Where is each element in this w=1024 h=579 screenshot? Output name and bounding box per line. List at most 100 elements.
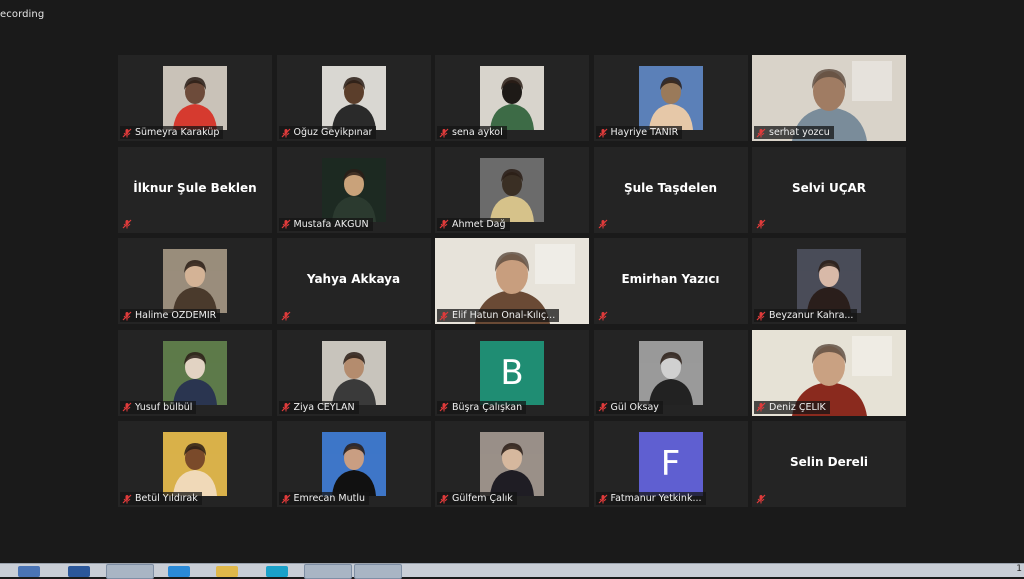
participant-tile[interactable]: Hayriye TANIR [593, 55, 748, 141]
windows-taskbar: 1 [0, 563, 1024, 579]
taskbar-meeting-icon[interactable] [354, 564, 402, 579]
participant-name-label: Hayriye TANIR [595, 126, 683, 139]
participant-display-name: Şule Taşdelen [623, 180, 718, 195]
participant-name-text: Yusuf bülbül [135, 401, 193, 413]
muted-microphone-icon [122, 311, 132, 321]
participant-name-text: serhat yozcu [769, 127, 830, 138]
participant-tile[interactable]: sena aykol [435, 55, 589, 141]
participant-profile-photo [638, 340, 703, 405]
participant-name-label: Mustafa AKGÜN [278, 217, 373, 231]
taskbar-app-icon[interactable] [266, 566, 288, 577]
participant-profile-photo [321, 340, 386, 405]
muted-microphone-icon [598, 402, 608, 412]
participant-tile[interactable]: Beyzanur Kahra... [752, 238, 906, 324]
participant-name-text: sena aykol [452, 127, 503, 138]
muted-microphone-icon [756, 494, 766, 504]
participant-profile-photo [163, 66, 227, 130]
muted-microphone-icon [439, 494, 449, 504]
taskbar-folder-icon[interactable] [216, 566, 238, 577]
participant-profile-photo [797, 249, 861, 313]
taskbar-clock: 1 [1016, 564, 1022, 574]
participant-tile[interactable]: Şule Taşdelen [593, 146, 748, 233]
participant-name-text: Gül Oksay [610, 401, 659, 413]
participant-name-label [596, 218, 612, 231]
taskbar-app-icon[interactable] [68, 566, 90, 577]
participant-tile[interactable]: Betül Yıldırak [118, 421, 272, 507]
taskbar-app-icon[interactable] [18, 566, 40, 577]
participant-name-text: Büşra Çalışkan [452, 401, 523, 413]
participant-tile[interactable]: F Fatmanur Yetkink... [593, 421, 748, 507]
participant-profile-photo [321, 66, 386, 130]
participant-display-name: Yahya Akkaya [306, 272, 401, 286]
participant-name-text: Hayriye TANIR [610, 127, 679, 138]
participant-name-text: Fatmanur Yetkink... [610, 493, 702, 504]
participant-name-text: Betül Yıldırak [135, 493, 198, 504]
participant-tile[interactable]: Halime ÖZDEMİR [118, 238, 272, 324]
participant-name-label: Beyzanur Kahra... [754, 309, 858, 322]
muted-microphone-icon [122, 402, 132, 412]
taskbar-app-icon[interactable] [168, 566, 190, 577]
participant-name-label: Ziya CEYLAN [278, 400, 359, 414]
muted-microphone-icon [598, 219, 608, 229]
participant-name-label: sena aykol [437, 126, 507, 139]
muted-microphone-icon [281, 494, 291, 504]
participant-tile[interactable]: Emrecan Mutlu [276, 421, 431, 507]
muted-microphone-icon [439, 219, 449, 229]
participant-initial-avatar: B [480, 340, 544, 405]
participant-tile[interactable]: Oğuz Geyikpınar [276, 55, 431, 141]
participant-profile-photo [321, 432, 386, 496]
participant-tile[interactable]: Selin Dereli [752, 421, 906, 507]
muted-microphone-icon [756, 219, 766, 229]
participant-name-label: serhat yozcu [754, 126, 834, 139]
participant-name-text: Ziya CEYLAN [293, 401, 355, 413]
participant-tile[interactable]: Deniz ÇELİK [752, 329, 906, 416]
participant-tile[interactable]: Gül Oksay [593, 329, 748, 416]
participant-initial-avatar: F [638, 432, 703, 496]
muted-microphone-icon [756, 402, 766, 412]
participant-tile[interactable]: Elif Hatun Onal-Kılıç... [435, 238, 589, 324]
participant-name-text: Elif Hatun Onal-Kılıç... [452, 310, 556, 321]
taskbar-browser-icon[interactable] [106, 564, 154, 579]
participant-tile[interactable]: Mustafa AKGÜN [276, 146, 431, 233]
muted-microphone-icon [281, 219, 291, 229]
participant-tile[interactable]: Gülfem Çalık [435, 421, 589, 507]
participant-display-name: İlknur Şule Beklen [133, 180, 257, 195]
participant-name-label: Gülfem Çalık [437, 492, 517, 505]
muted-microphone-icon [756, 311, 766, 321]
participant-name-label: Büşra Çalışkan [437, 400, 527, 414]
muted-microphone-icon [281, 311, 291, 321]
participant-name-label: Deniz ÇELİK [754, 400, 830, 414]
participant-tile[interactable]: Sümeyra Karaküp [118, 55, 272, 141]
participant-tile[interactable]: Selvi UÇAR [752, 146, 906, 233]
participant-tile[interactable]: Yusuf bülbül [118, 329, 272, 416]
recording-indicator: ecording [0, 9, 45, 20]
participant-name-label [754, 492, 770, 505]
participant-tile[interactable]: Yahya Akkaya [276, 238, 431, 324]
participant-name-label: Sümeyra Karaküp [120, 126, 224, 139]
muted-microphone-icon [439, 311, 449, 321]
participant-tile[interactable]: Emirhan Yazıcı [593, 238, 748, 324]
taskbar-app-icon[interactable] [304, 564, 352, 579]
participant-name-label: Betül Yıldırak [120, 492, 202, 505]
muted-microphone-icon [122, 219, 132, 229]
muted-microphone-icon [122, 494, 132, 504]
participant-profile-photo [163, 432, 227, 496]
participant-name-text: Deniz ÇELİK [769, 401, 826, 413]
participant-name-text: Mustafa AKGÜN [293, 218, 369, 230]
participant-name-label: Oğuz Geyikpınar [278, 126, 377, 139]
participant-name-label: Yusuf bülbül [120, 400, 197, 414]
participant-tile[interactable]: Ahmet Dağ [435, 146, 589, 233]
muted-microphone-icon [598, 311, 608, 321]
participant-name-text: Sümeyra Karaküp [135, 127, 220, 138]
participant-tile[interactable]: İlknur Şule Beklen [118, 146, 272, 233]
participant-name-label [596, 309, 612, 322]
participant-display-name: Emirhan Yazıcı [621, 272, 720, 286]
participant-tile[interactable]: B Büşra Çalışkan [435, 329, 589, 416]
participant-profile-photo [638, 66, 703, 130]
participant-tile[interactable]: Ziya CEYLAN [276, 329, 431, 416]
participant-name-text: Gülfem Çalık [452, 493, 513, 504]
participant-display-name: Selin Dereli [789, 455, 869, 469]
participant-tile[interactable]: serhat yozcu [752, 55, 906, 141]
participant-name-label [279, 309, 295, 322]
participant-name-label: Fatmanur Yetkink... [595, 492, 706, 505]
